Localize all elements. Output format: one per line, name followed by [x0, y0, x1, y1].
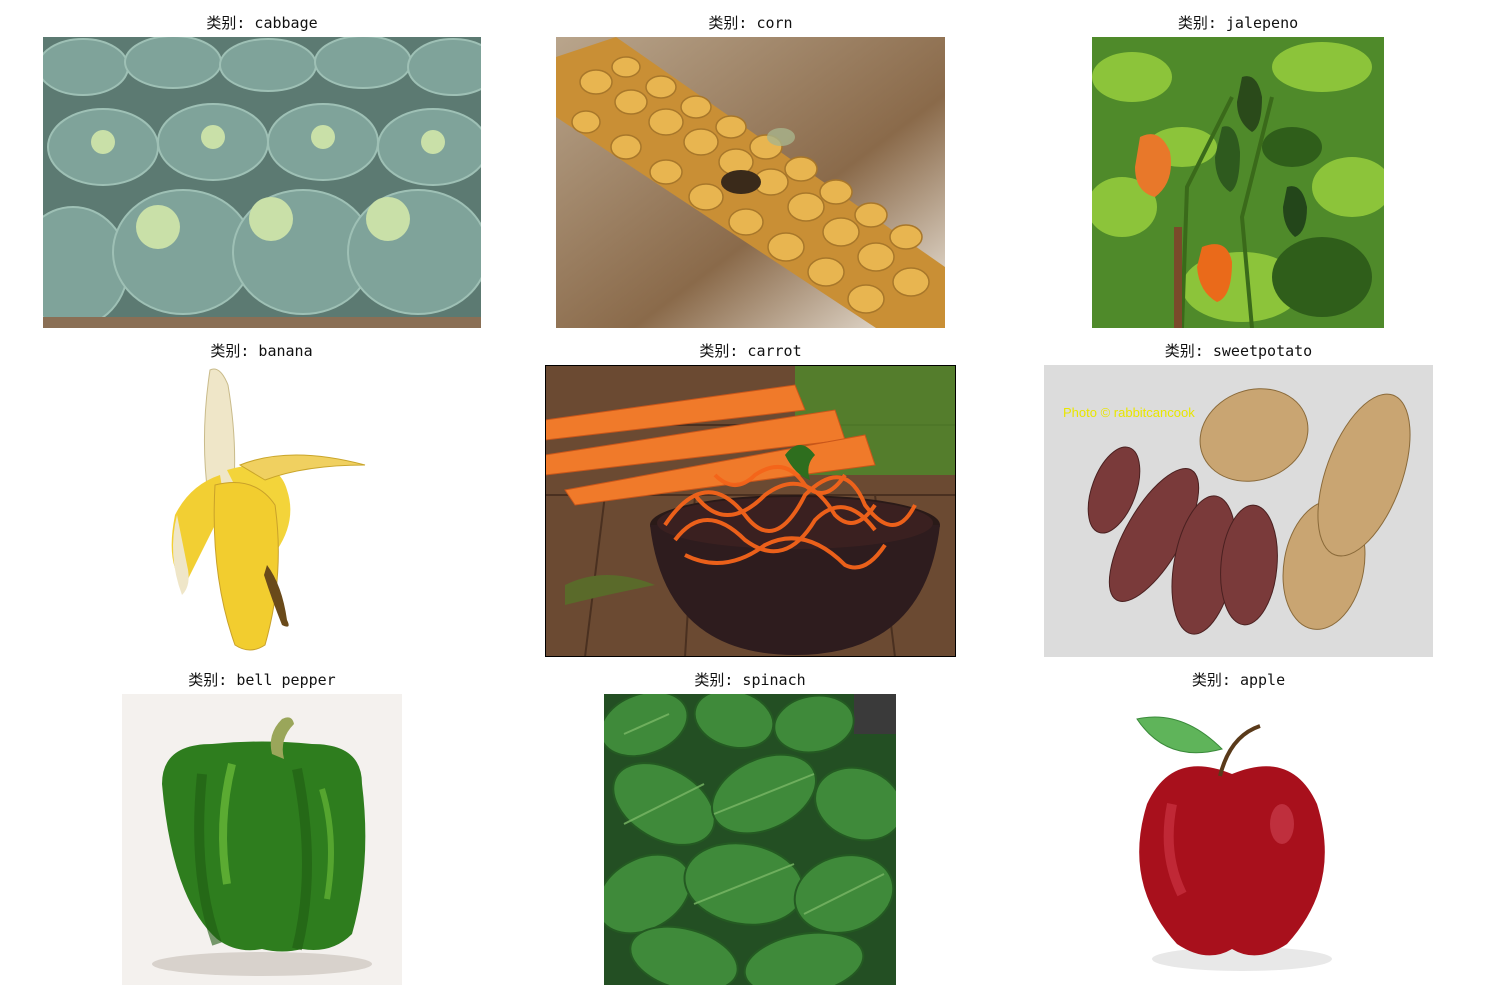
panel-jalepeno: 类别: jalepeno	[1092, 14, 1384, 328]
panel-title: 类别: spinach	[694, 671, 806, 689]
panel-title: 类别: corn	[708, 14, 793, 32]
panel-title: 类别: jalepeno	[1177, 14, 1299, 32]
banana-image	[155, 365, 368, 656]
panel-sweetpotato: 类别: sweetpotato Photo © rabbitcancook	[1044, 342, 1433, 657]
figure-grid: 类别: cabbage 类别: corn 类别: jalepeno 类别: ba…	[0, 0, 1500, 1000]
panel-title: 类别: banana	[210, 342, 313, 360]
panel-title: 类别: bell pepper	[188, 671, 336, 689]
bell-pepper-image	[122, 694, 402, 985]
panel-title: 类别: apple	[1191, 671, 1286, 689]
panel-title: 类别: carrot	[699, 342, 802, 360]
panel-apple: 类别: apple	[1102, 671, 1375, 985]
corn-image	[556, 37, 945, 328]
panel-corn: 类别: corn	[556, 14, 945, 328]
panel-bellpepper: 类别: bell pepper	[122, 671, 402, 985]
jalepeno-image	[1092, 37, 1384, 328]
spinach-image	[604, 694, 896, 985]
panel-cabbage: 类别: cabbage	[43, 14, 481, 328]
apple-image	[1102, 694, 1375, 985]
panel-title: 类别: cabbage	[206, 14, 318, 32]
carrot-image	[545, 365, 956, 657]
panel-title: 类别: sweetpotato	[1164, 342, 1313, 360]
watermark-text: Photo © rabbitcancook	[1063, 405, 1195, 420]
panel-spinach: 类别: spinach	[604, 671, 896, 985]
sweetpotato-image: Photo © rabbitcancook	[1044, 365, 1433, 657]
panel-banana: 类别: banana	[155, 342, 368, 656]
cabbage-image	[43, 37, 481, 328]
panel-carrot: 类别: carrot	[545, 342, 956, 657]
